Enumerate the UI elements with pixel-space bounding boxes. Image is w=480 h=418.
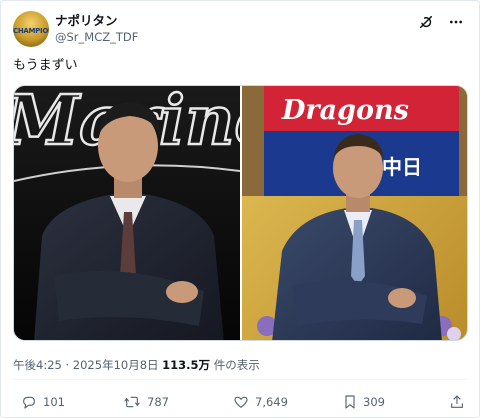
avatar[interactable]: CHAMPIONS [13,11,49,47]
reply-button[interactable]: 101 [21,394,65,410]
meta-separator: · [65,358,70,372]
like-button[interactable]: 7,649 [233,394,288,410]
display-name[interactable]: ナポリタン [55,13,138,28]
views-count: 113.5万 [162,358,211,372]
avatar-text: CHAMPIONS [13,27,49,35]
photo-left[interactable]: Marines [14,86,240,340]
photo-left-illustration: Marines [14,86,240,340]
bookmark-icon [345,395,355,409]
header-actions [417,13,465,31]
like-count: 7,649 [255,395,288,409]
right-flag-text: 中日 [382,155,422,179]
tweet-text: もうまずい [13,58,78,73]
retweet-icon [124,396,140,408]
reply-count: 101 [43,395,65,409]
views-label: 件の表示 [213,358,260,372]
tweet-header: CHAMPIONS ナポリタン @Sr_MCZ_TDF [13,9,467,49]
bookmark-button[interactable]: 309 [343,394,385,410]
grok-icon[interactable] [417,13,435,31]
action-bar: 101 787 7,649 309 [21,394,467,414]
handle[interactable]: @Sr_MCZ_TDF [55,30,138,45]
retweet-count: 787 [147,395,169,409]
tweet-meta: 午後4:25 · 2025年10月8日 113.5万 件の表示 [13,357,260,373]
tweet-card: CHAMPIONS ナポリタン @Sr_MCZ_TDF もうまずい [0,0,480,418]
tweet-media[interactable]: Marines [13,85,468,341]
photo-right[interactable]: Dragons 中日 [241,86,467,340]
retweet-button[interactable]: 787 [123,394,169,410]
bookmark-count: 309 [363,395,385,409]
author-block: ナポリタン @Sr_MCZ_TDF [55,13,138,45]
photo-right-illustration: Dragons 中日 [241,86,467,340]
reply-icon [23,396,35,409]
tweet-date[interactable]: 2025年10月8日 [73,358,159,372]
share-button[interactable] [449,394,465,410]
share-icon [451,395,463,408]
right-banner-text: Dragons [281,95,409,126]
tweet-time[interactable]: 午後4:25 [13,358,62,372]
heart-icon [234,396,248,408]
more-icon[interactable] [447,13,465,31]
divider [13,379,467,380]
